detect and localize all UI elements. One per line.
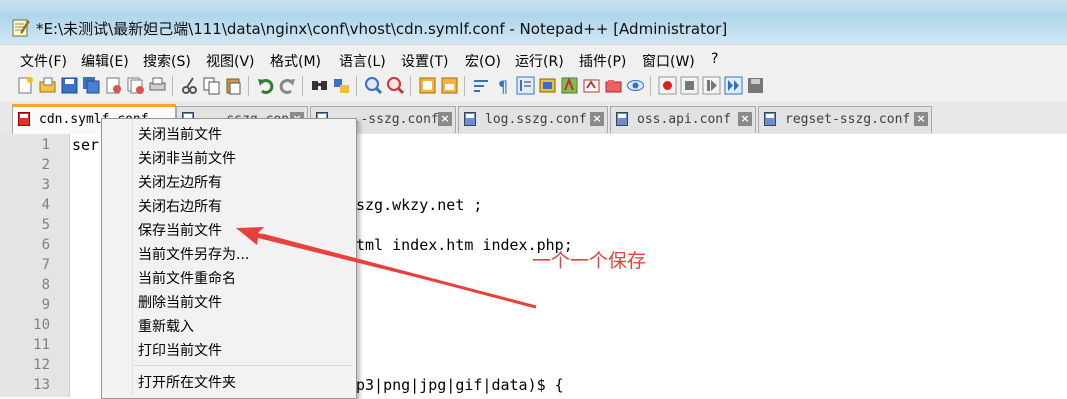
annotation-arrow <box>236 227 537 309</box>
annotation-text: 一个一个保存 <box>532 250 647 272</box>
